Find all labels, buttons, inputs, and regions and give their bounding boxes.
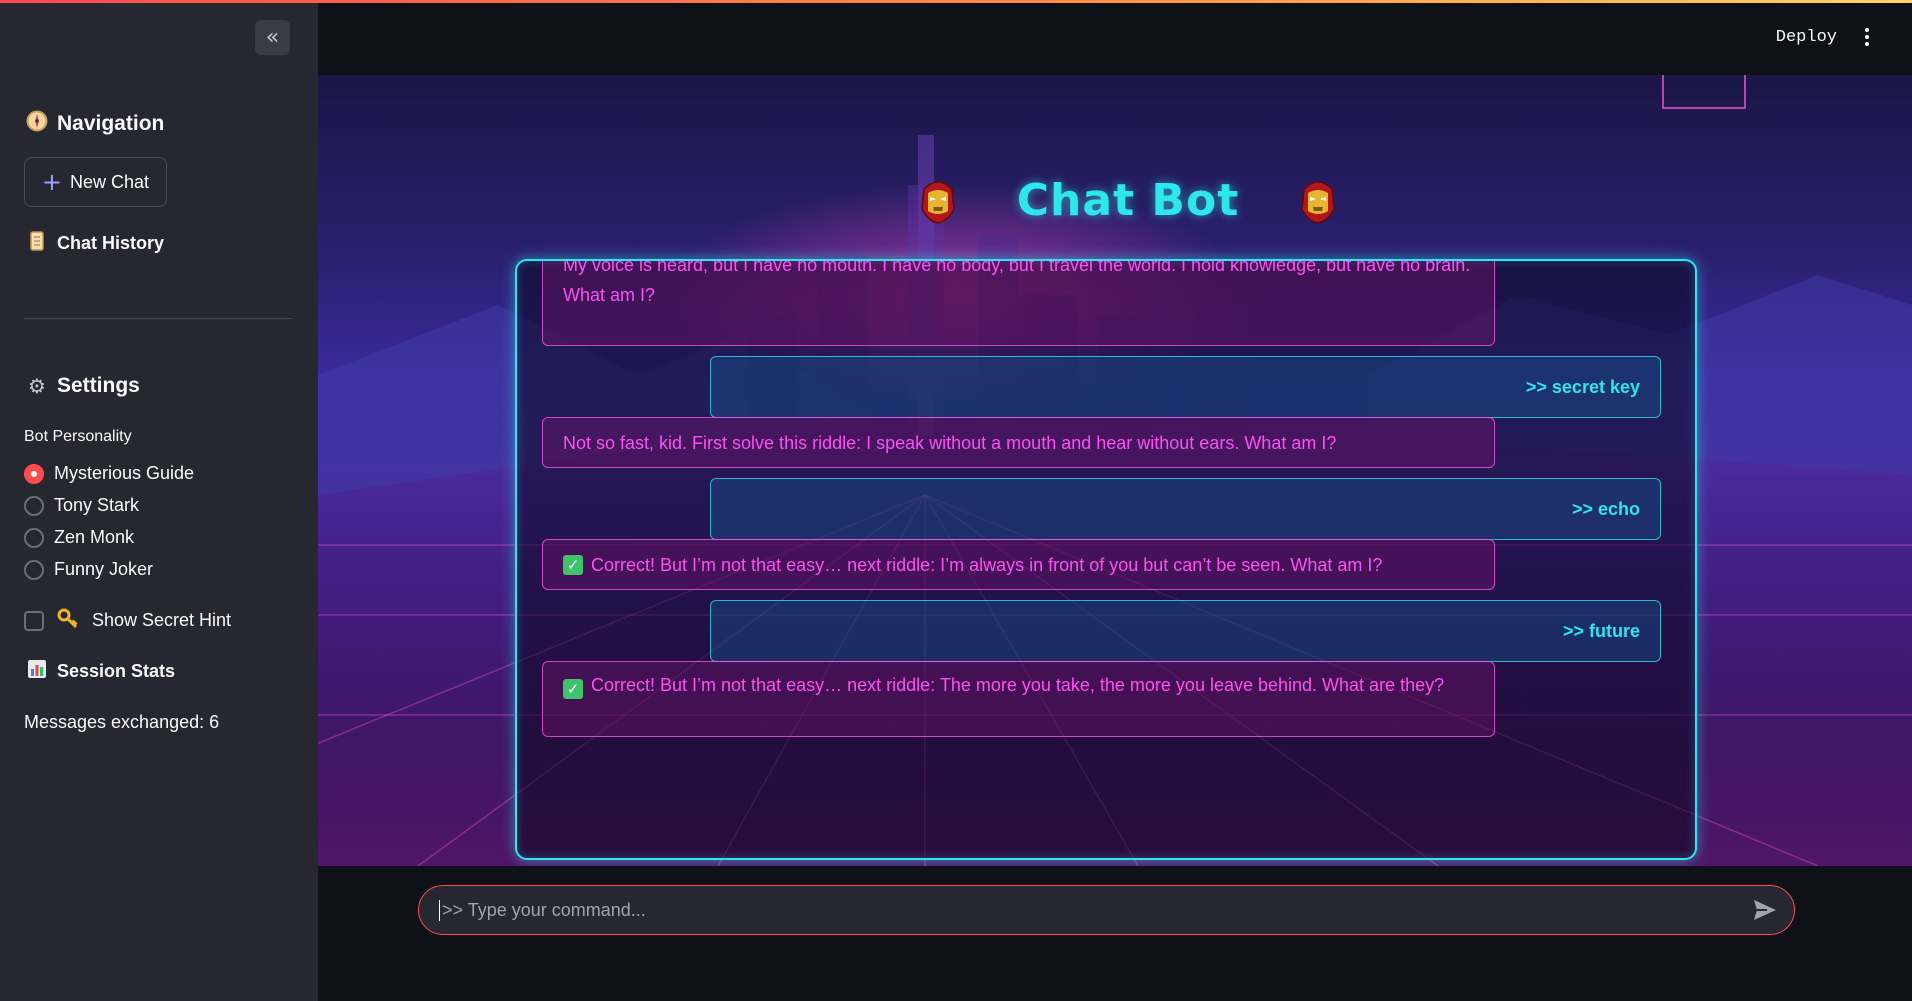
main-menu-icon[interactable]: [1862, 25, 1872, 49]
user-message: >> echo: [710, 478, 1661, 540]
session-stats-heading: Session Stats: [25, 659, 175, 684]
radio-label: Tony Stark: [54, 495, 140, 515]
title-row: Chat Bot: [918, 165, 1338, 235]
bar-chart-icon: [25, 659, 49, 684]
sidebar-divider: [24, 318, 292, 319]
chat-input-container[interactable]: [418, 885, 1795, 935]
show-secret-hint-checkbox-row[interactable]: Show Secret Hint: [24, 607, 231, 634]
user-message: >> secret key: [710, 356, 1661, 418]
page-title: Chat Bot: [1016, 174, 1240, 226]
radio-mysterious-guide[interactable]: Mysterious Guide: [24, 463, 194, 484]
secret-hint-label: Show Secret Hint: [92, 610, 232, 630]
settings-title: Settings: [57, 374, 140, 397]
navigation-title: Navigation: [57, 111, 165, 135]
radio-button[interactable]: [24, 495, 44, 516]
check-mark-icon: ✓: [563, 679, 583, 699]
gear-icon: ⚙: [28, 374, 46, 398]
secret-hint-checkbox[interactable]: [24, 610, 44, 631]
radio-funny-joker[interactable]: Funny Joker: [24, 559, 153, 580]
chat-history-heading[interactable]: Chat History: [25, 230, 164, 257]
message-text: Not so fast, kid. First solve this riddl…: [563, 432, 1337, 453]
messages-exchanged-text: Messages exchanged: 6: [24, 712, 220, 732]
bot-personality-label: Bot Personality: [24, 428, 132, 445]
radio-button[interactable]: [24, 527, 44, 548]
session-stats-title: Session Stats: [57, 661, 176, 681]
new-chat-button[interactable]: + New Chat: [24, 157, 167, 207]
compass-icon: [25, 110, 49, 137]
message-text: >> echo: [1571, 499, 1640, 519]
new-chat-label: New Chat: [70, 171, 150, 192]
radio-label: Funny Joker: [54, 559, 154, 579]
message-text: Correct! But I’m not that easy… next rid…: [591, 675, 1445, 695]
key-icon: [56, 607, 80, 634]
scroll-icon: [25, 230, 49, 257]
chat-history-title: Chat History: [57, 233, 165, 253]
deploy-button[interactable]: Deploy: [1776, 28, 1837, 47]
top-accent-line: [0, 0, 1912, 3]
app-header: Deploy: [318, 3, 1912, 75]
message-text: >> future: [1562, 621, 1640, 641]
user-message: >> future: [710, 600, 1661, 662]
chat-input[interactable]: [439, 899, 1740, 921]
main-area: Chat Bot My voice is heard, but I have n…: [318, 75, 1912, 866]
radio-zen-monk[interactable]: Zen Monk: [24, 527, 134, 548]
send-button[interactable]: [1740, 890, 1790, 930]
bot-message: My voice is heard, but I have no mouth. …: [542, 259, 1495, 346]
iron-man-helmet-icon: [921, 181, 955, 224]
double-chevron-left-icon: «: [265, 24, 280, 50]
sidebar: « Navigation + New Chat Chat History ⚙ S…: [0, 0, 318, 1001]
bot-message: ✓ Correct! But I’m not that easy… next ri…: [542, 661, 1495, 737]
radio-tony-stark[interactable]: Tony Stark: [24, 495, 139, 516]
collapse-sidebar-button[interactable]: «: [255, 20, 290, 55]
bot-message: Not so fast, kid. First solve this riddl…: [542, 417, 1495, 468]
bot-message: ✓ Correct! But I’m not that easy… next r…: [542, 539, 1495, 590]
chat-messages-container[interactable]: My voice is heard, but I have no mouth. …: [515, 259, 1697, 860]
message-text: My voice is heard, but I have no mouth. …: [563, 259, 1471, 305]
radio-label: Zen Monk: [54, 527, 135, 547]
radio-label: Mysterious Guide: [54, 463, 195, 483]
message-text: >> secret key: [1525, 377, 1640, 397]
navigation-heading: Navigation: [25, 110, 164, 137]
plus-icon: +: [41, 168, 63, 196]
check-mark-icon: ✓: [563, 554, 583, 575]
radio-button[interactable]: [24, 559, 44, 580]
send-icon: [1754, 900, 1776, 920]
settings-heading: ⚙ Settings: [25, 374, 140, 398]
message-text: Correct! But I’m not that easy… next rid…: [591, 554, 1383, 575]
radio-button-selected[interactable]: [24, 463, 44, 484]
iron-man-helmet-icon: [1301, 181, 1335, 224]
